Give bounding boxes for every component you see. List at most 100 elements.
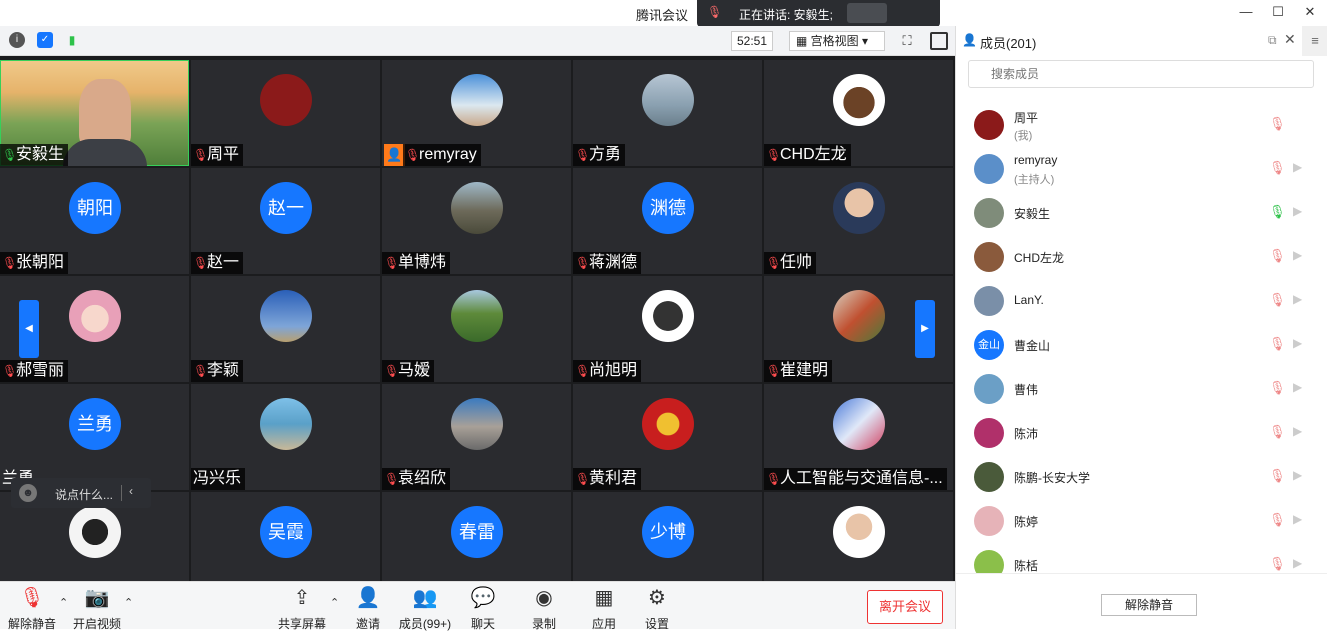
- camera-off-icon[interactable]: ▶: [1293, 160, 1302, 174]
- member-row[interactable]: 曹伟 🎙 ▶: [956, 367, 1327, 411]
- chevron-up-icon[interactable]: ⌃: [124, 596, 133, 609]
- camera-off-icon[interactable]: ▶: [1293, 336, 1302, 350]
- camera-off-icon[interactable]: ▶: [1293, 292, 1302, 306]
- mic-muted-icon[interactable]: 🎙: [1269, 160, 1286, 176]
- mic-muted-icon[interactable]: 🎙: [1269, 380, 1286, 396]
- member-list: 周平 (我) 🎙 remyray (主持人) 🎙 ▶ 安毅生 🎙 ▶ CHD左龙 🎙 ▶ LanY. 🎙 ▶ 金…: [956, 103, 1327, 573]
- member-row[interactable]: 陈沛 🎙 ▶: [956, 411, 1327, 455]
- mic-muted-icon[interactable]: 🎙: [1269, 116, 1286, 132]
- participant-label: 🎙单博炜: [382, 252, 451, 274]
- active-speaker-indicator: 🎙 正在讲话: 安毅生;: [697, 0, 940, 27]
- member-row[interactable]: CHD左龙 🎙 ▶: [956, 235, 1327, 279]
- video-tile[interactable]: 吴霞: [191, 492, 380, 581]
- camera-off-icon[interactable]: ▶: [1293, 556, 1302, 570]
- video-tile[interactable]: 🎙李颖: [191, 276, 380, 382]
- camera-off-icon[interactable]: ▶: [1293, 380, 1302, 394]
- video-tile[interactable]: 🎙黄利君: [573, 384, 762, 490]
- chat-quick-input[interactable]: ☻ 说点什么... ‹: [11, 478, 151, 508]
- video-tile[interactable]: 🎙单博炜: [382, 168, 571, 274]
- video-tile[interactable]: 赵一 🎙赵一: [191, 168, 380, 274]
- side-panel-toggle-icon[interactable]: [930, 32, 948, 50]
- participant-label: 🎙CHD左龙: [764, 144, 851, 166]
- mic-muted-icon[interactable]: 🎙: [1269, 556, 1286, 572]
- info-icon[interactable]: i: [9, 32, 25, 48]
- mic-muted-icon[interactable]: 🎙: [1269, 292, 1286, 308]
- member-row[interactable]: 陈鹏-长安大学 🎙 ▶: [956, 455, 1327, 499]
- next-page-arrow-icon[interactable]: ▶: [915, 300, 935, 358]
- fullscreen-icon[interactable]: ⛶: [898, 32, 916, 50]
- member-row[interactable]: 陈婷 🎙 ▶: [956, 499, 1327, 543]
- share-screen-button[interactable]: ⇪ 共享屏幕: [270, 586, 334, 632]
- member-avatar: [974, 550, 1004, 573]
- participant-label: 🎙方勇: [573, 144, 626, 166]
- video-tile[interactable]: 朝阳 🎙张朝阳: [0, 168, 189, 274]
- record-button[interactable]: ◉ 录制: [512, 586, 576, 632]
- close-button[interactable]: ✕: [1294, 0, 1326, 26]
- video-tile[interactable]: 👤 🎙remyray: [382, 60, 571, 166]
- member-row[interactable]: 周平 (我) 🎙: [956, 103, 1327, 147]
- member-row[interactable]: 陈栝 🎙 ▶: [956, 543, 1327, 573]
- mic-muted-icon[interactable]: 🎙: [1269, 512, 1286, 528]
- signal-strength-icon[interactable]: ▮: [64, 32, 80, 48]
- security-shield-icon[interactable]: ✓: [37, 32, 53, 48]
- members-button[interactable]: 👥 成员(99+): [393, 586, 457, 632]
- leave-meeting-button[interactable]: 离开会议: [867, 590, 943, 624]
- maximize-button[interactable]: ☐: [1262, 0, 1294, 26]
- video-tile[interactable]: 🎙安毅生: [0, 60, 189, 166]
- collapse-chevron-icon[interactable]: ‹: [129, 484, 133, 498]
- video-tile[interactable]: 🎙袁绍欣: [382, 384, 571, 490]
- video-tile[interactable]: 兰勇 兰勇: [0, 384, 189, 490]
- video-tile[interactable]: 🎙CHD左龙: [764, 60, 953, 166]
- member-name: remyray: [1014, 153, 1058, 167]
- view-mode-dropdown[interactable]: ▦ 宫格视图 ▾: [789, 31, 885, 51]
- camera-off-icon[interactable]: ▶: [1293, 204, 1302, 218]
- video-tile[interactable]: 🎙方勇: [573, 60, 762, 166]
- camera-off-icon[interactable]: ▶: [1293, 424, 1302, 438]
- video-tile[interactable]: 🎙尚旭明: [573, 276, 762, 382]
- mic-muted-icon[interactable]: 🎙: [1269, 248, 1286, 264]
- camera-off-icon[interactable]: ▶: [1293, 468, 1302, 482]
- mic-muted-icon: 🎙: [575, 472, 591, 486]
- video-tile[interactable]: 🎙人工智能与交通信息-...: [764, 384, 953, 490]
- start-video-button[interactable]: 📷 开启视频: [65, 586, 129, 632]
- video-tile[interactable]: [764, 492, 953, 581]
- participant-label: 🎙安毅生: [0, 144, 69, 166]
- mic-muted-icon[interactable]: 🎙: [1269, 424, 1286, 440]
- participant-label: 🎙蒋渊德: [573, 252, 642, 274]
- member-name: 陈婷: [1014, 515, 1039, 529]
- video-tile[interactable]: 冯兴乐: [191, 384, 380, 490]
- participant-label: 🎙尚旭明: [573, 360, 642, 382]
- camera-off-icon[interactable]: ▶: [1293, 248, 1302, 262]
- unmute-all-button[interactable]: 解除静音: [1101, 594, 1197, 616]
- settings-button[interactable]: ⚙ 设置: [625, 586, 689, 632]
- mic-muted-icon[interactable]: 🎙: [1269, 468, 1286, 484]
- camera-off-icon[interactable]: ▶: [1293, 512, 1302, 526]
- minimize-button[interactable]: —: [1230, 0, 1262, 26]
- video-tile[interactable]: 少博: [573, 492, 762, 581]
- member-name: CHD左龙: [1014, 251, 1064, 265]
- menu-icon[interactable]: ≡: [1302, 26, 1327, 56]
- chat-button[interactable]: 💬 聊天: [451, 586, 515, 632]
- member-row[interactable]: 金山 曹金山 🎙 ▶: [956, 323, 1327, 367]
- invite-button[interactable]: 👤 邀请: [336, 586, 400, 632]
- video-tile[interactable]: 渊德 🎙蒋渊德: [573, 168, 762, 274]
- mic-muted-icon[interactable]: 🎙: [1269, 336, 1286, 352]
- popout-icon[interactable]: ⧉: [1268, 33, 1277, 48]
- video-tile[interactable]: 🎙任帅: [764, 168, 953, 274]
- members-panel-header: 👤 成员(201) ⧉ ✕ ≡: [956, 26, 1327, 56]
- member-row[interactable]: remyray (主持人) 🎙 ▶: [956, 147, 1327, 191]
- emoji-icon[interactable]: ☻: [19, 484, 37, 502]
- mic-muted-icon: 🎙: [193, 256, 209, 270]
- video-tile[interactable]: 🎙周平: [191, 60, 380, 166]
- mic-muted-icon: 🎙: [2, 256, 18, 270]
- member-row[interactable]: 安毅生 🎙 ▶: [956, 191, 1327, 235]
- unmute-button[interactable]: 🎙 解除静音: [0, 586, 64, 632]
- previous-page-arrow-icon[interactable]: ◀: [19, 300, 39, 358]
- video-tile[interactable]: 🎙马嫒: [382, 276, 571, 382]
- close-icon[interactable]: ✕: [1284, 31, 1296, 48]
- member-search-input[interactable]: [968, 60, 1314, 88]
- video-tile[interactable]: 春雷: [382, 492, 571, 581]
- mic-on-icon[interactable]: 🎙: [1269, 204, 1286, 220]
- member-row[interactable]: LanY. 🎙 ▶: [956, 279, 1327, 323]
- member-name: 陈栝: [1014, 559, 1039, 573]
